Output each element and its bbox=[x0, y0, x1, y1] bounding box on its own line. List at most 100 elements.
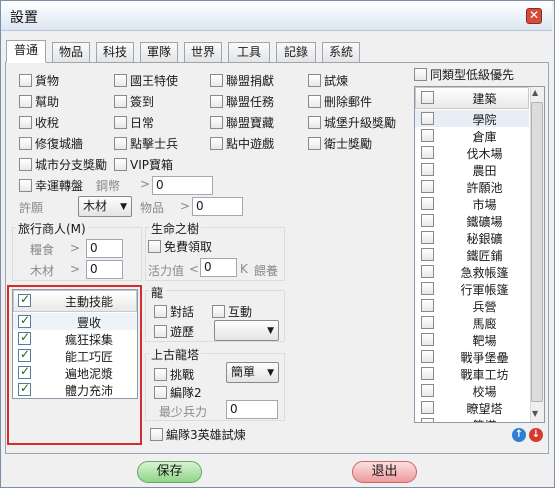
building-checkbox[interactable] bbox=[421, 248, 434, 261]
building-checkbox[interactable] bbox=[421, 418, 434, 422]
building-label: 鐵匠鋪 bbox=[466, 249, 503, 263]
building-checkbox[interactable] bbox=[421, 333, 434, 346]
building-checkbox[interactable] bbox=[421, 265, 434, 278]
feed-label: 餵養 bbox=[254, 264, 279, 278]
tab-system[interactable]: 系統 bbox=[322, 42, 360, 63]
option-label: 城堡升級獎勵 bbox=[324, 116, 397, 130]
skill-checkbox[interactable] bbox=[18, 364, 31, 379]
food-input[interactable]: 0 bbox=[86, 239, 123, 258]
permit-select-value: 木材 bbox=[83, 199, 108, 213]
low-priority-checkbox[interactable] bbox=[414, 68, 427, 81]
challenge-label: 挑戰 bbox=[170, 368, 195, 382]
hero-trial-checkbox[interactable] bbox=[150, 428, 163, 441]
vitality-unit: K bbox=[240, 262, 248, 276]
tab-log[interactable]: 記錄 bbox=[276, 42, 316, 63]
active-skills-all-checkbox[interactable] bbox=[18, 292, 31, 307]
min-troops-input[interactable]: 0 bbox=[226, 400, 278, 419]
difficulty-select-value: 簡單 bbox=[231, 365, 256, 379]
building-checkbox[interactable] bbox=[421, 231, 434, 244]
interact-label: 互動 bbox=[228, 305, 253, 319]
buildings-all-checkbox[interactable] bbox=[421, 91, 434, 104]
option-label: 簽到 bbox=[130, 95, 155, 109]
buildings-rows: 學院 倉庫 伐木場 農田 許願池 市場 鐵礦場 秘銀礦 鐵匠鋪 急救帳篷 行軍帳… bbox=[415, 110, 529, 422]
interact-checkbox[interactable] bbox=[212, 305, 225, 318]
option-checkbox[interactable] bbox=[308, 74, 321, 87]
scroll-up-icon[interactable]: ▲ bbox=[532, 88, 538, 97]
building-checkbox[interactable] bbox=[421, 112, 434, 125]
building-label: 行軍帳篷 bbox=[460, 283, 509, 297]
option-checkbox[interactable] bbox=[210, 95, 223, 108]
building-checkbox[interactable] bbox=[421, 299, 434, 312]
building-checkbox[interactable] bbox=[421, 384, 434, 397]
active-skills-header-label: 主動技能 bbox=[64, 295, 113, 309]
close-icon[interactable]: ✕ bbox=[526, 8, 542, 24]
building-checkbox[interactable] bbox=[421, 401, 434, 414]
tab-general[interactable]: 普通 bbox=[6, 40, 46, 63]
building-checkbox[interactable] bbox=[421, 163, 434, 176]
tab-world[interactable]: 世界 bbox=[184, 42, 222, 63]
team2-label: 編隊2 bbox=[170, 386, 202, 400]
tab-tech[interactable]: 科技 bbox=[96, 42, 134, 63]
option-label: VIP寶箱 bbox=[130, 158, 173, 172]
option-checkbox[interactable] bbox=[114, 116, 127, 129]
tab-army[interactable]: 軍隊 bbox=[140, 42, 178, 63]
vitality-input[interactable]: 0 bbox=[200, 258, 237, 277]
chevron-down-icon: ▼ bbox=[267, 368, 274, 378]
skill-checkbox[interactable] bbox=[18, 313, 31, 328]
option-checkbox[interactable] bbox=[19, 158, 32, 171]
lucky-wheel-input[interactable]: 0 bbox=[152, 176, 213, 195]
exit-button[interactable]: 退出 bbox=[352, 461, 417, 483]
scroll-thumb[interactable] bbox=[531, 102, 543, 402]
skill-checkbox[interactable] bbox=[18, 347, 31, 362]
travel-select[interactable]: ▼ bbox=[214, 320, 279, 341]
option-checkbox[interactable] bbox=[19, 95, 32, 108]
building-checkbox[interactable] bbox=[421, 350, 434, 363]
travel-checkbox[interactable] bbox=[154, 325, 167, 338]
building-checkbox[interactable] bbox=[421, 282, 434, 295]
lucky-wheel-checkbox[interactable] bbox=[19, 179, 32, 192]
tab-tools[interactable]: 工具 bbox=[228, 42, 270, 63]
option-label: 點擊士兵 bbox=[130, 137, 179, 151]
option-checkbox[interactable] bbox=[19, 137, 32, 150]
option-checkbox[interactable] bbox=[308, 116, 321, 129]
skill-checkbox[interactable] bbox=[18, 330, 31, 345]
option-label: 國王特使 bbox=[130, 74, 179, 88]
option-checkbox[interactable] bbox=[114, 158, 127, 171]
option-checkbox[interactable] bbox=[114, 137, 127, 150]
option-checkbox[interactable] bbox=[210, 74, 223, 87]
permit-resource-select[interactable]: 木材 ▼ bbox=[78, 196, 132, 217]
building-checkbox[interactable] bbox=[421, 367, 434, 380]
option-checkbox[interactable] bbox=[210, 116, 223, 129]
option-checkbox[interactable] bbox=[210, 137, 223, 150]
option-checkbox[interactable] bbox=[19, 116, 32, 129]
option-checkbox[interactable] bbox=[114, 95, 127, 108]
free-claim-checkbox[interactable] bbox=[148, 240, 161, 253]
team2-checkbox[interactable] bbox=[154, 386, 167, 399]
building-label: 戰車工坊 bbox=[460, 368, 509, 382]
building-checkbox[interactable] bbox=[421, 197, 434, 210]
building-label: 倉庫 bbox=[472, 130, 497, 144]
option-checkbox[interactable] bbox=[308, 95, 321, 108]
option-label: 收稅 bbox=[35, 116, 60, 130]
save-button[interactable]: 保存 bbox=[137, 461, 202, 483]
challenge-checkbox[interactable] bbox=[154, 368, 167, 381]
building-label: 校場 bbox=[472, 385, 497, 399]
option-checkbox[interactable] bbox=[114, 74, 127, 87]
move-up-icon[interactable]: ↑ bbox=[512, 428, 526, 442]
building-checkbox[interactable] bbox=[421, 214, 434, 227]
wood-input[interactable]: 0 bbox=[86, 260, 123, 279]
building-checkbox[interactable] bbox=[421, 180, 434, 193]
option-label: 貨物 bbox=[35, 74, 60, 88]
dialog-checkbox[interactable] bbox=[154, 305, 167, 318]
tab-items[interactable]: 物品 bbox=[52, 42, 90, 63]
difficulty-select[interactable]: 簡單 ▼ bbox=[226, 362, 279, 383]
move-down-icon[interactable]: ↓ bbox=[529, 428, 543, 442]
building-checkbox[interactable] bbox=[421, 146, 434, 159]
skill-checkbox[interactable] bbox=[18, 381, 31, 396]
option-checkbox[interactable] bbox=[19, 74, 32, 87]
building-checkbox[interactable] bbox=[421, 129, 434, 142]
option-checkbox[interactable] bbox=[308, 137, 321, 150]
building-checkbox[interactable] bbox=[421, 316, 434, 329]
scroll-down-icon[interactable]: ▼ bbox=[532, 409, 538, 418]
permit-item-input[interactable]: 0 bbox=[192, 197, 243, 216]
